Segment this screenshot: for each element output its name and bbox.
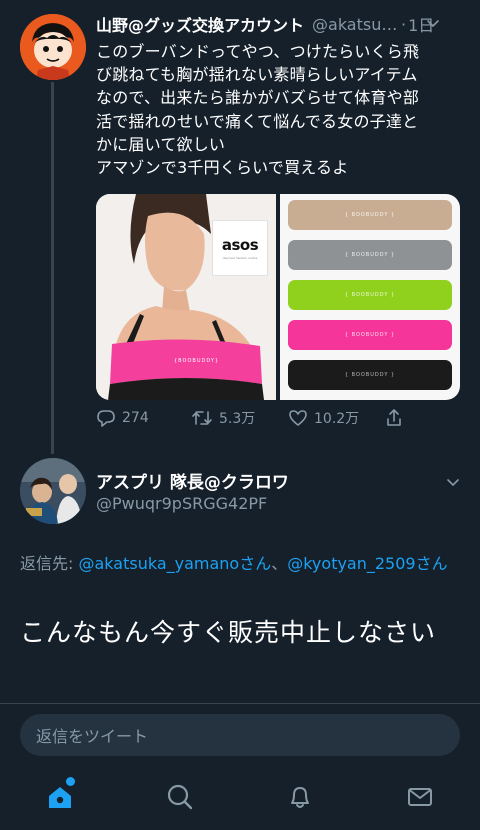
like-button[interactable]: 10.2万 (288, 408, 359, 428)
mention-link[interactable]: @akatsuka_yamanoさん (78, 554, 271, 573)
tweet-text-line: かに届いて欲しい (96, 134, 226, 154)
mention-separator: 、 (271, 554, 288, 573)
band-beige: { BOOBUDDY } (288, 200, 452, 230)
reply-count: 274 (122, 410, 149, 426)
band-grey: { BOOBUDDY } (288, 240, 452, 270)
replying-to-label: 返信先: (20, 554, 79, 573)
mention-link[interactable]: @kyotyan_2509さん (287, 554, 447, 573)
share-icon (387, 409, 401, 426)
author-handle[interactable]: @akatsuka_yamano (312, 15, 398, 34)
reply-author-handle[interactable]: @Pwuqr9pSRGG42PF (96, 494, 267, 513)
reply-composer-input[interactable]: 返信をツイート (20, 714, 460, 756)
svg-text:{BOOBUDDY}: {BOOBUDDY} (174, 358, 219, 364)
tweet-text-line: アマゾンで3千円くらいで買えるよ (96, 158, 349, 178)
header-separator: · (401, 14, 407, 34)
retweet-count: 5.3万 (219, 411, 256, 427)
replying-to: 返信先: @akatsuka_yamanoさん、@kyotyan_2509さん (20, 552, 460, 576)
reply-text: こんなもん今すぐ販売中止しなさい (20, 618, 437, 647)
divider (0, 703, 480, 704)
bottom-tab-bar (0, 764, 480, 830)
retweet-icon (192, 411, 212, 425)
reply-author-name[interactable]: アスプリ 隊長@クラロワ (96, 468, 289, 493)
chevron-down-icon[interactable] (446, 476, 460, 490)
tab-notifications[interactable] (285, 782, 315, 812)
bell-icon (291, 787, 309, 808)
tweet-text-line: このブーバンドってやつ、つけたらいくら飛 (96, 42, 420, 61)
chevron-down-icon[interactable] (426, 17, 440, 31)
mail-icon (408, 788, 432, 806)
thread-connector-line (51, 82, 54, 454)
media-photo-model[interactable]: {BOOBUDDY} asos discover fashion online (96, 194, 276, 400)
band-pink: { BOOBUDDY } (288, 320, 452, 350)
tab-home[interactable] (45, 777, 75, 812)
band-green: { BOOBUDDY } (288, 280, 452, 310)
tweet-header: 山野@グッズ交換アカウント @akatsuka_yamano · 1日 (96, 12, 460, 36)
reply-author-avatar[interactable] (20, 458, 86, 524)
reply-button[interactable]: 274 (96, 408, 149, 428)
notification-dot (66, 777, 75, 786)
tweet-media: {BOOBUDDY} asos discover fashion online … (96, 194, 460, 400)
heart-icon (289, 410, 307, 426)
media-photo-bands[interactable]: { BOOBUDDY } { BOOBUDDY } { BOOBUDDY } {… (280, 194, 460, 400)
reply-icon (97, 410, 115, 427)
like-count: 10.2万 (314, 411, 360, 427)
tab-search[interactable] (165, 782, 195, 812)
tweet-text-line: び跳ねても胸が揺れない素晴らしいアイテム (96, 65, 418, 85)
tweet-text-line: 活で揺れのせいで痛くて悩んでる女の子達と (96, 111, 419, 131)
retweet-button[interactable]: 5.3万 (191, 408, 255, 428)
tweet-actions: 274 5.3万 10.2万 (96, 408, 460, 432)
tab-messages[interactable] (405, 782, 435, 812)
share-button[interactable] (384, 408, 410, 428)
search-icon (167, 784, 193, 810)
author-avatar[interactable] (20, 14, 86, 80)
band-black: { BOOBUDDY } (288, 360, 452, 390)
tweet-text: このブーバンドってやつ、つけたらいくら飛 び跳ねても胸が揺れない素晴らしいアイテ… (96, 40, 470, 179)
composer-placeholder: 返信をツイート (36, 727, 149, 746)
author-name[interactable]: 山野@グッズ交換アカウント (96, 12, 304, 36)
home-icon (49, 787, 71, 808)
tweet-text-line: なので、出来たら誰かがバズらせて体育や部 (96, 88, 420, 108)
asos-logo: asos discover fashion online (212, 220, 268, 276)
